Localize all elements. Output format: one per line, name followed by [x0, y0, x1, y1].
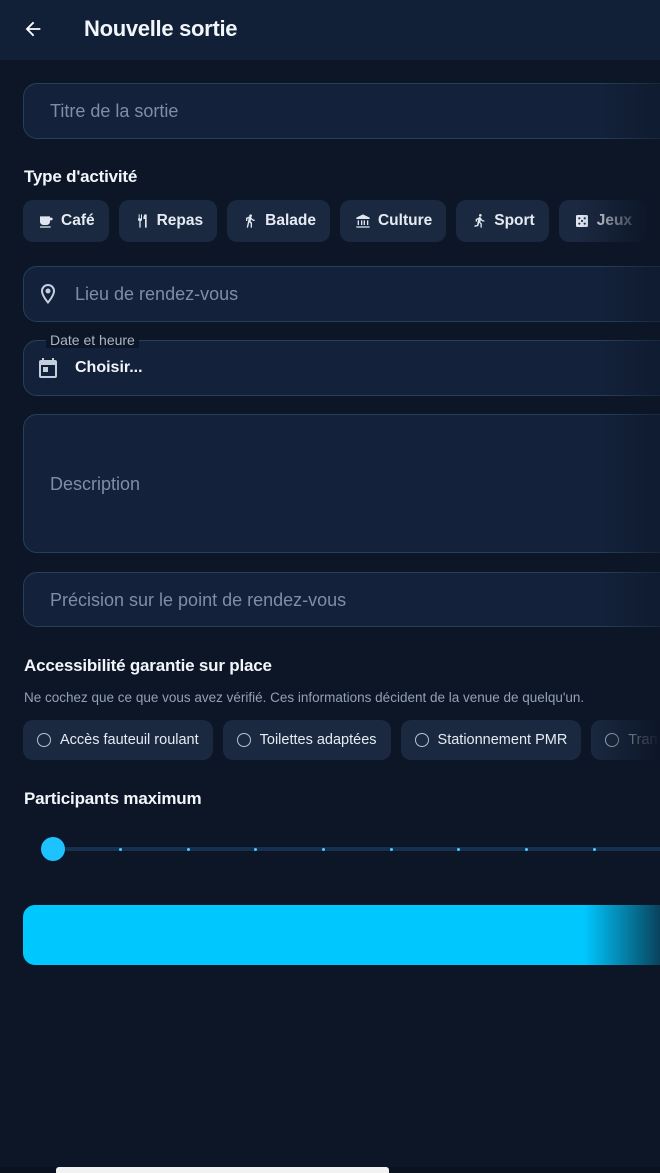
title-input[interactable]: Titre de la sortie [23, 83, 660, 139]
accessibility-chip-transport[interactable]: Trans [591, 720, 660, 760]
location-placeholder: Lieu de rendez-vous [75, 284, 239, 304]
activity-chip-balade[interactable]: Balade [227, 200, 330, 242]
activity-chip-label: Sport [494, 212, 535, 229]
slider-tick [390, 848, 393, 851]
coffee-icon [37, 212, 55, 230]
activity-chip-jeux[interactable]: Jeux [558, 200, 647, 242]
slider-tick [457, 848, 460, 851]
slider-tick [187, 848, 190, 851]
slider-tick [593, 848, 596, 851]
slider-tick [322, 848, 325, 851]
submit-button[interactable] [23, 905, 660, 965]
accessibility-chips: Accès fauteuil roulant Toilettes adaptée… [23, 720, 660, 760]
radio-unchecked-icon [37, 733, 51, 747]
activity-chip-culture[interactable]: Culture [339, 200, 447, 242]
accessibility-helper-text: Ne cochez que ce que vous avez vérifié. … [24, 690, 585, 705]
accessibility-section-title: Accessibilité garantie sur place [24, 656, 272, 675]
activity-section-title: Type d'activité [24, 167, 138, 186]
activity-chip-label: Balade [265, 212, 316, 229]
participants-slider[interactable] [40, 836, 660, 862]
activity-chip-sport[interactable]: Sport [456, 200, 549, 242]
slider-tick [254, 848, 257, 851]
radio-unchecked-icon [605, 733, 620, 747]
description-placeholder: Description [50, 474, 141, 494]
accessibility-chip-parking[interactable]: Stationnement PMR [400, 720, 582, 760]
app-bar: Nouvelle sortie [0, 0, 660, 60]
accessibility-chip-label: Stationnement PMR [437, 732, 568, 748]
restaurant-icon [133, 212, 151, 230]
datetime-picker[interactable]: Date et heure Choisir... [23, 332, 660, 396]
museum-icon [354, 212, 372, 230]
location-input[interactable]: Lieu de rendez-vous [23, 266, 660, 322]
accessibility-chip-label: Trans [628, 732, 660, 748]
meeting-point-placeholder: Précision sur le point de rendez-vous [50, 590, 347, 610]
back-button[interactable] [18, 14, 48, 44]
slider-tick [525, 848, 528, 851]
walk-icon [241, 212, 259, 230]
activity-chip-label: Café [61, 212, 95, 229]
radio-unchecked-icon [236, 733, 251, 747]
calendar-icon [39, 358, 57, 378]
slider-tick [119, 848, 122, 851]
title-placeholder: Titre de la sortie [50, 101, 179, 121]
dice-icon [573, 212, 591, 230]
slider-track [54, 847, 660, 851]
activity-chip-label: Culture [377, 212, 433, 229]
accessibility-chip-wheelchair[interactable]: Accès fauteuil roulant [23, 720, 213, 760]
participants-section-title: Participants maximum [24, 789, 202, 808]
arrow-left-icon [25, 21, 41, 37]
radio-unchecked-icon [414, 733, 429, 747]
accessibility-chip-label: Toilettes adaptées [259, 732, 377, 748]
activity-chip-cafe[interactable]: Café [23, 200, 109, 242]
home-indicator [56, 1167, 389, 1173]
run-icon [470, 212, 488, 230]
page-title: Nouvelle sortie [84, 16, 238, 41]
accessibility-chip-toilets[interactable]: Toilettes adaptées [222, 720, 391, 760]
activity-chip-label: Jeux [596, 212, 633, 229]
datetime-value: Choisir... [75, 359, 143, 376]
accessibility-chip-label: Accès fauteuil roulant [60, 732, 199, 748]
datetime-label: Date et heure [46, 332, 139, 348]
description-textarea[interactable]: Description [23, 414, 660, 553]
activity-chip-label: Repas [156, 212, 204, 229]
slider-thumb[interactable] [41, 837, 65, 861]
location-pin-icon [41, 284, 55, 304]
activity-chips: Café Repas Balade Culture Sport Jeux [23, 200, 647, 242]
activity-chip-repas[interactable]: Repas [118, 200, 218, 242]
meeting-point-input[interactable]: Précision sur le point de rendez-vous [23, 572, 660, 627]
